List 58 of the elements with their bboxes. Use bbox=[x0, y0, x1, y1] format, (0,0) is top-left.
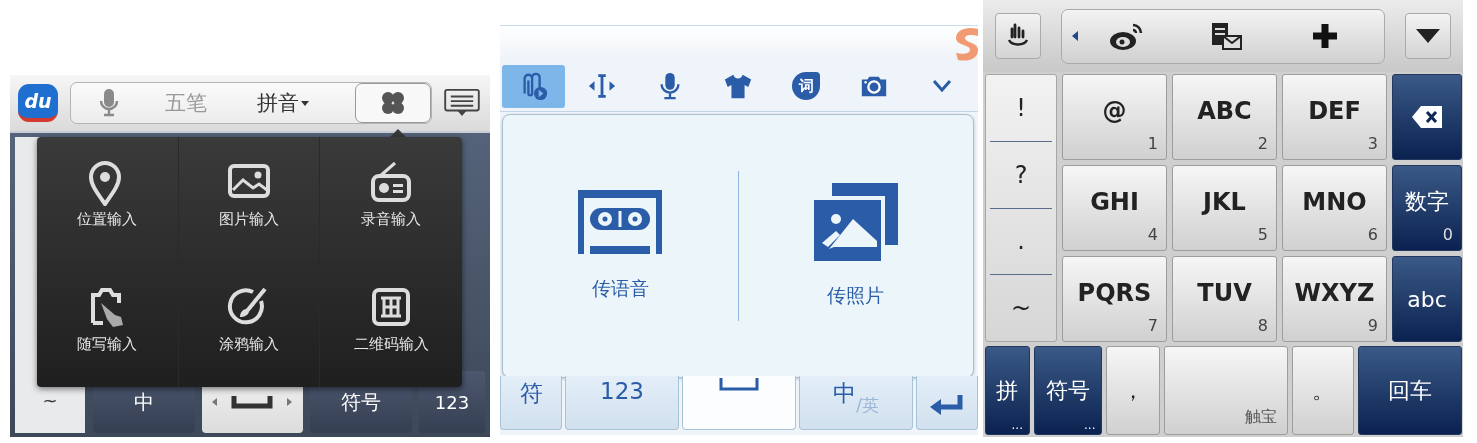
backspace-icon bbox=[1412, 106, 1442, 128]
caret-down-icon bbox=[1416, 29, 1440, 43]
space-icon bbox=[719, 378, 759, 392]
backspace-key[interactable] bbox=[1392, 74, 1462, 160]
keyboard-hide-icon[interactable] bbox=[444, 89, 480, 117]
popup-item[interactable]: 涂鸦输入 bbox=[178, 262, 321, 387]
hot-word-icon: 词 bbox=[792, 72, 821, 100]
dropdown-button[interactable] bbox=[1405, 13, 1451, 59]
keyboard-key[interactable]: 符号 ... bbox=[1033, 346, 1103, 435]
scroll-left-icon[interactable] bbox=[1072, 31, 1078, 41]
popup-item[interactable]: 位置输入 bbox=[37, 137, 179, 262]
toolbar-button[interactable] bbox=[502, 64, 565, 108]
punctuation-key[interactable]: ? bbox=[990, 141, 1052, 209]
popup-item[interactable]: 录音输入 bbox=[320, 137, 462, 262]
caret-icon bbox=[301, 100, 309, 106]
photos-icon bbox=[813, 183, 898, 261]
keyboard-key[interactable]: MNO 6 bbox=[1282, 165, 1387, 251]
chevron-down-icon bbox=[932, 79, 953, 93]
popup-pointer bbox=[390, 129, 406, 137]
keyboard-key[interactable]: abc bbox=[1392, 256, 1462, 342]
keyboard-key[interactable]: DEF 3 bbox=[1282, 74, 1387, 160]
four-petal-icon bbox=[381, 91, 405, 115]
keyboard-key[interactable]: 数字 0 bbox=[1392, 165, 1462, 251]
popup-item[interactable]: 随写输入 bbox=[37, 262, 179, 387]
share-option[interactable]: 传照片 bbox=[738, 183, 973, 309]
keyboard-key[interactable]: 。 bbox=[1292, 346, 1354, 435]
enter-icon bbox=[930, 392, 964, 415]
enter-key[interactable] bbox=[916, 376, 978, 430]
symbol-key[interactable]: ~ bbox=[42, 390, 58, 411]
text-cursor-icon bbox=[586, 71, 617, 101]
keyboard-key[interactable]: GHI 4 bbox=[1062, 165, 1167, 251]
keyboard-key[interactable]: PQRS 7 bbox=[1062, 256, 1167, 342]
punctuation-key[interactable]: ~ bbox=[990, 275, 1052, 341]
keyboard-key[interactable]: 符 bbox=[500, 376, 562, 430]
keyboard-key[interactable]: 拼 ... bbox=[985, 346, 1030, 435]
plus-icon[interactable] bbox=[1310, 22, 1339, 50]
keyboard-key[interactable]: ， bbox=[1106, 346, 1160, 435]
keyboard-key[interactable]: WXYZ 9 bbox=[1282, 256, 1387, 342]
gesture-button[interactable] bbox=[995, 13, 1041, 59]
input-mode-tab[interactable]: 拼音 bbox=[249, 89, 317, 117]
share-option[interactable]: 传语音 bbox=[503, 190, 738, 302]
punctuation-key[interactable]: ! bbox=[990, 75, 1052, 142]
keyboard-key[interactable]: ABC 2 bbox=[1172, 74, 1277, 160]
popup-item[interactable]: 图片输入 bbox=[178, 137, 321, 262]
keyboard-key[interactable]: 123 bbox=[565, 376, 679, 430]
punctuation-key[interactable]: . bbox=[990, 208, 1052, 276]
microphone-icon[interactable] bbox=[99, 88, 119, 118]
app-logo: du bbox=[18, 84, 58, 122]
space-key[interactable]: 触宝 bbox=[1163, 346, 1289, 435]
hand-gesture-icon bbox=[1006, 23, 1030, 49]
apps-button[interactable] bbox=[355, 83, 431, 123]
cassette-icon bbox=[578, 190, 663, 254]
keyboard-key[interactable]: 回车 bbox=[1357, 346, 1462, 435]
keyboard-key[interactable]: @ 1 bbox=[1062, 74, 1167, 160]
keyboard-key[interactable]: JKL 5 bbox=[1172, 165, 1277, 251]
message-mail-icon[interactable] bbox=[1210, 21, 1242, 51]
toolbar-button[interactable]: 词 bbox=[774, 64, 838, 108]
keyboard-key[interactable]: TUV 8 bbox=[1172, 256, 1277, 342]
